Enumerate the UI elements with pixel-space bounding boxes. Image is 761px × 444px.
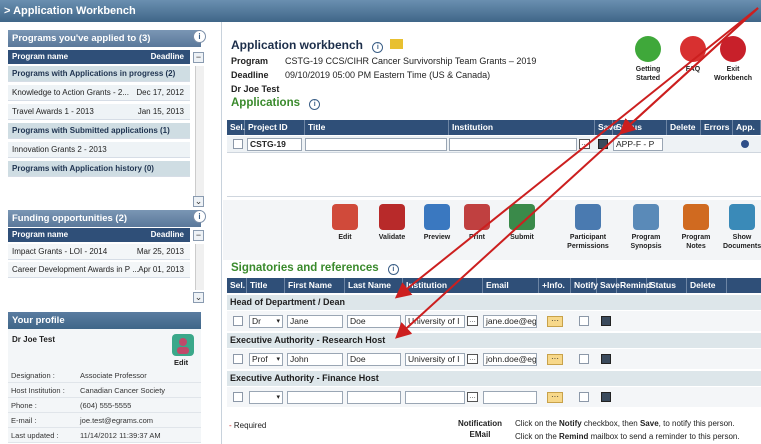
arrow-to-second-signatory	[395, 7, 759, 339]
arrow-to-first-signatory	[394, 7, 759, 299]
annotation-arrows	[394, 7, 759, 339]
